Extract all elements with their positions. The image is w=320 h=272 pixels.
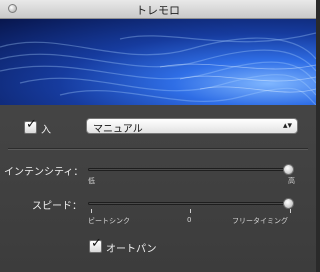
enable-checkbox[interactable]: ✓ — [24, 117, 37, 134]
autopan-label: オートパン — [106, 244, 157, 255]
autopan-checkbox[interactable]: ✓ — [89, 236, 102, 253]
controls-panel: ✓ 入 マニュアル ▴▾ インテンシティ： 低 高 スピード： ビートシンク 0… — [0, 105, 316, 272]
intensity-label: インテンシティ： — [4, 167, 84, 178]
intensity-slider-knob[interactable] — [283, 164, 294, 175]
intensity-min-label: 低 — [88, 177, 95, 185]
checkmark-icon: ✓ — [26, 117, 37, 132]
speed-slider-track[interactable] — [88, 202, 294, 205]
speed-center-label: 0 — [187, 216, 192, 224]
water-ripples-image — [0, 32, 316, 105]
title-bar[interactable]: トレモロ — [0, 0, 316, 19]
intensity-max-label: 高 — [288, 177, 295, 185]
mode-popup[interactable]: マニュアル ▴▾ — [86, 118, 298, 135]
intensity-slider-track[interactable] — [88, 168, 294, 171]
chevron-updown-icon: ▴▾ — [282, 121, 292, 131]
speed-tick-left — [91, 209, 92, 213]
enable-label: 入 — [41, 125, 51, 136]
speed-label: スピード： — [32, 201, 82, 212]
tremolo-window: トレモロ ✓ 入 マニュアル ▴▾ インテンシティ： 低 高 スピード： ビート… — [0, 0, 316, 272]
checkmark-icon: ✓ — [91, 236, 102, 251]
speed-slider-knob[interactable] — [283, 198, 294, 209]
separator — [8, 148, 308, 150]
header-image — [0, 19, 316, 105]
window-title: トレモロ — [136, 4, 180, 17]
speed-right-label: フリータイミング — [232, 217, 288, 225]
speed-tick-center — [190, 209, 191, 213]
speed-left-label: ビートシンク — [88, 217, 130, 225]
mode-selected-value: マニュアル — [93, 124, 143, 135]
speed-tick-right — [290, 209, 291, 213]
